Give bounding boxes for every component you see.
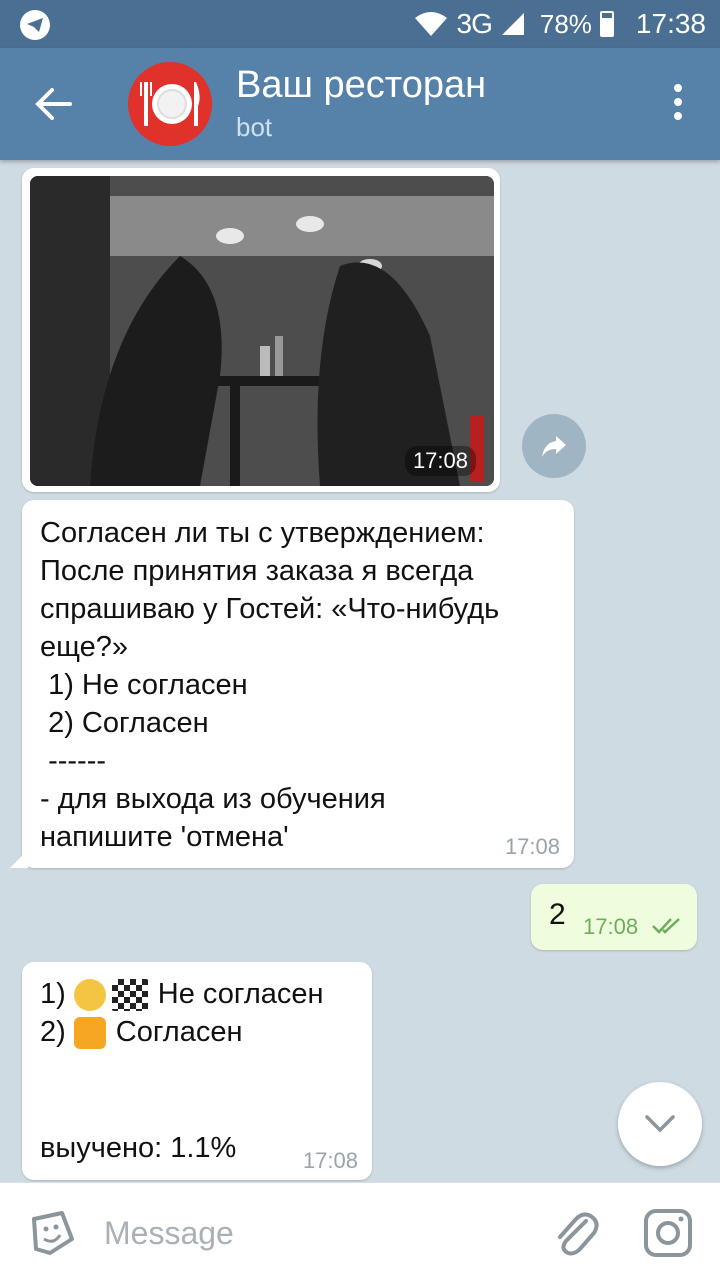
outgoing-message[interactable]: 2 17:08 — [531, 884, 697, 950]
message-list[interactable]: 17:08 Согласен ли ты с утверждением: Пос… — [0, 160, 720, 1182]
message-time: 17:08 — [504, 834, 560, 859]
message-time: 17:08 — [302, 1148, 358, 1173]
share-button[interactable] — [522, 414, 586, 478]
result-line-2: 2) Согласен — [40, 1016, 243, 1049]
restaurant-photo[interactable]: 17:08 — [30, 176, 494, 486]
network-type: 3G — [456, 8, 493, 39]
sticker-icon — [32, 1211, 74, 1255]
share-icon — [542, 436, 566, 457]
attach-button[interactable] — [552, 1207, 600, 1259]
battery-icon — [599, 11, 614, 37]
back-arrow-icon — [35, 88, 72, 120]
message-text: 2 — [549, 898, 566, 931]
sticker-button[interactable] — [28, 1209, 78, 1259]
option-number: 1) — [40, 978, 66, 1010]
battery-percent: 78% — [539, 8, 592, 39]
option-text: Не согласен — [157, 978, 324, 1010]
incoming-message[interactable]: Согласен ли ты с утверждением: После при… — [22, 500, 574, 868]
learned-progress: выучено: 1.1% — [40, 1132, 237, 1164]
status-time: 17:38 — [635, 8, 706, 39]
bubble-tail — [10, 850, 28, 868]
result-line-1: 1) Не согласен — [40, 978, 324, 1011]
incoming-message[interactable]: 1) Не согласен 2) Согласен выучено: 1.1%… — [22, 962, 372, 1180]
status-bar: 3G 78% 17:38 — [0, 0, 720, 48]
winking-tongue-emoji-icon — [73, 978, 106, 1011]
photo-scene — [30, 176, 494, 486]
message-input[interactable] — [102, 1207, 526, 1259]
signal-icon — [501, 13, 524, 35]
chat-header: Ваш ресторан bot — [0, 48, 720, 160]
bot-avatar[interactable] — [128, 62, 212, 146]
option-text: Согласен — [115, 1016, 243, 1048]
more-vert-icon[interactable] — [672, 84, 684, 124]
wifi-icon — [414, 12, 447, 36]
message-time: 17:08 — [583, 914, 639, 939]
camera-button[interactable] — [642, 1207, 694, 1259]
chevron-down-icon — [645, 1115, 675, 1133]
camera-icon — [644, 1209, 692, 1257]
photo-time: 17:08 — [404, 446, 476, 476]
thumbs-down-icon — [73, 1016, 106, 1049]
telegram-icon — [20, 10, 50, 40]
chat-subtitle: bot — [236, 112, 273, 142]
message-text: Согласен ли ты с утверждением: После при… — [40, 517, 500, 853]
message-input-bar — [0, 1182, 720, 1281]
checkered-flag-icon — [111, 978, 148, 1011]
double-check-icon — [652, 918, 680, 934]
photo-message[interactable]: 17:08 — [22, 168, 500, 492]
option-number: 2) — [40, 1016, 66, 1048]
paperclip-icon — [558, 1212, 599, 1256]
back-button[interactable] — [30, 82, 78, 126]
chat-title[interactable]: Ваш ресторан — [236, 64, 486, 107]
restaurant-logo-icon — [140, 82, 200, 126]
scroll-down-button[interactable] — [618, 1082, 702, 1166]
